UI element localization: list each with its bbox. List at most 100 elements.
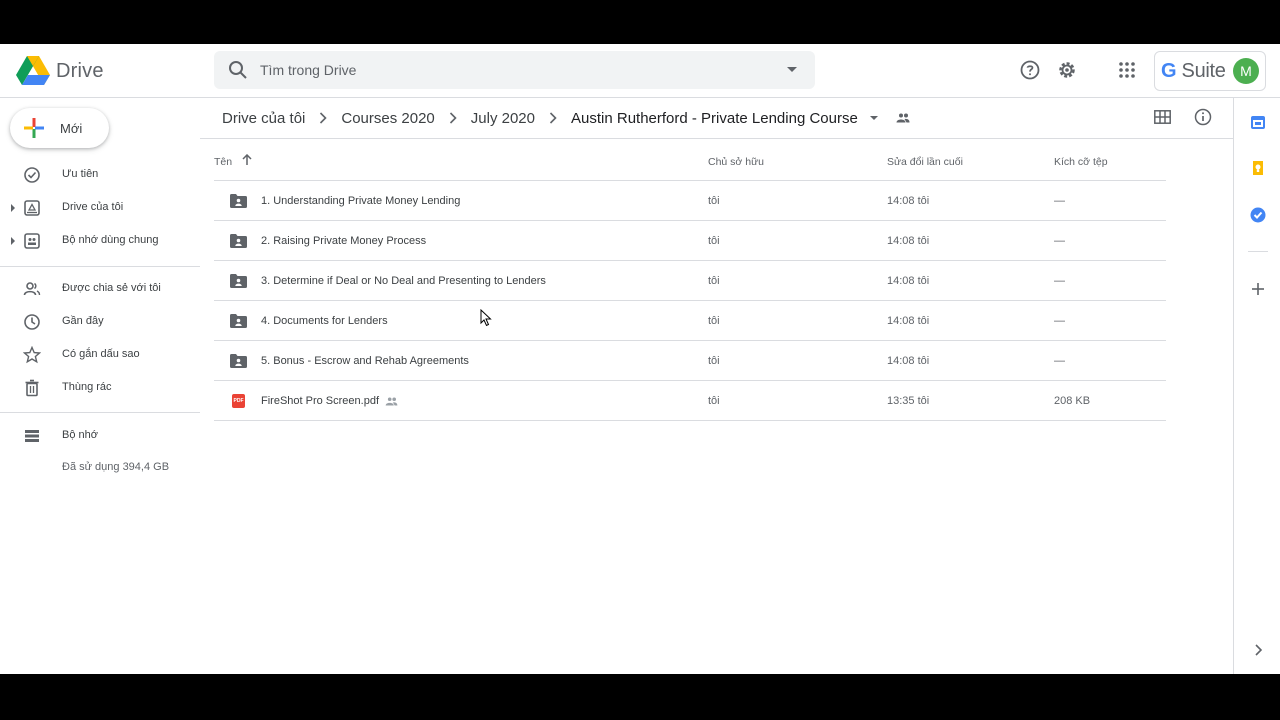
- table-row[interactable]: 1. Understanding Private Money Lending t…: [214, 181, 1166, 221]
- info-icon[interactable]: [1194, 108, 1212, 126]
- table-row[interactable]: 4. Documents for Lenders tôi 14:08 tôi —: [214, 301, 1166, 341]
- shared-folder-icon: [230, 274, 247, 288]
- drive-logo[interactable]: Drive: [16, 56, 104, 86]
- help-icon[interactable]: [1019, 59, 1041, 81]
- chevron-right-icon: [449, 112, 457, 124]
- sidebar-item-shared-with-me[interactable]: Được chia sẻ với tôi: [0, 273, 200, 305]
- new-button-label: Mới: [60, 120, 83, 136]
- drive-logo-icon: [16, 56, 50, 85]
- plus-icon: [24, 118, 44, 138]
- file-name: 2. Raising Private Money Process: [261, 235, 427, 247]
- letterbox-bottom: [0, 674, 1280, 720]
- file-size: —: [1054, 235, 1065, 247]
- breadcrumb-current-folder[interactable]: Austin Rutherford - Private Lending Cour…: [563, 110, 866, 127]
- sidebar-item-label: Bộ nhớ: [62, 429, 98, 441]
- app-name: Drive: [56, 59, 104, 82]
- file-owner: tôi: [708, 195, 720, 207]
- table-row[interactable]: 5. Bonus - Escrow and Rehab Agreements t…: [214, 341, 1166, 381]
- sidebar-item-label: Bộ nhớ dùng chung: [62, 234, 159, 246]
- file-size: 208 KB: [1054, 395, 1091, 407]
- settings-icon[interactable]: [1056, 59, 1078, 81]
- storage-used-text: Đã sử dụng 394,4 GB: [62, 461, 170, 473]
- chevron-right-icon: [549, 112, 557, 124]
- search-icon[interactable]: [226, 58, 250, 82]
- expand-caret-icon[interactable]: [11, 204, 15, 212]
- mouse-cursor-icon: [480, 309, 492, 327]
- search-input[interactable]: [260, 62, 760, 78]
- breadcrumb-item[interactable]: Drive của tôi: [214, 110, 313, 127]
- sidebar-item-recent[interactable]: Gần đây: [0, 306, 200, 338]
- file-owner: tôi: [708, 315, 720, 327]
- expand-caret-icon[interactable]: [11, 237, 15, 245]
- my-drive-icon: [24, 200, 40, 216]
- grid-view-icon[interactable]: [1154, 110, 1171, 124]
- sidebar-item-label: Ưu tiên: [62, 168, 99, 180]
- shared-users-icon: [385, 397, 398, 406]
- add-addon-icon[interactable]: [1250, 281, 1266, 297]
- chevron-right-icon[interactable]: [1250, 642, 1266, 658]
- file-modified: 14:08 tôi: [887, 275, 930, 287]
- file-list: Tên Chủ sở hữu Sửa đổi lần cuối Kích cỡ …: [214, 139, 1166, 421]
- side-panel: [1233, 98, 1280, 674]
- file-size: —: [1054, 355, 1065, 367]
- search-options-icon[interactable]: [787, 67, 797, 72]
- column-header-name[interactable]: Tên: [214, 156, 232, 168]
- main-content: Drive của tôi Courses 2020 July 2020 Aus…: [200, 98, 1233, 674]
- file-modified: 14:08 tôi: [887, 235, 930, 247]
- file-owner: tôi: [708, 235, 720, 247]
- sidebar-item-label: Gần đây: [62, 315, 104, 327]
- calendar-icon[interactable]: [1250, 114, 1266, 130]
- breadcrumb: Drive của tôi Courses 2020 July 2020 Aus…: [214, 98, 910, 138]
- drive-app: Drive G Suit: [0, 44, 1280, 674]
- file-name: 4. Documents for Lenders: [261, 315, 388, 327]
- sidebar-item-label: Thùng rác: [62, 381, 112, 393]
- new-button[interactable]: Mới: [10, 108, 109, 148]
- sidebar-divider: [0, 412, 200, 413]
- breadcrumb-item[interactable]: Courses 2020: [333, 110, 442, 127]
- top-header: Drive G Suit: [0, 44, 1280, 98]
- letterbox-top: [0, 0, 1280, 44]
- file-owner: tôi: [708, 275, 720, 287]
- sidebar-item-storage[interactable]: Bộ nhớ: [0, 420, 200, 452]
- sidebar-item-trash[interactable]: Thùng rác: [0, 372, 200, 404]
- keep-icon[interactable]: [1250, 160, 1266, 176]
- file-modified: 13:35 tôi: [887, 395, 930, 407]
- shared-folder-icon: [230, 354, 247, 368]
- shared-folder-icon: [230, 234, 247, 248]
- starred-icon: [23, 346, 41, 364]
- file-owner: tôi: [708, 355, 720, 367]
- tasks-icon[interactable]: [1250, 207, 1266, 223]
- sidebar-item-shared-drives[interactable]: Bộ nhớ dùng chung: [0, 225, 200, 257]
- file-name: 5. Bonus - Escrow and Rehab Agreements: [261, 355, 469, 367]
- sort-ascending-icon[interactable]: [242, 154, 252, 166]
- folder-menu-dropdown-icon[interactable]: [869, 116, 878, 120]
- file-modified: 14:08 tôi: [887, 355, 930, 367]
- sidebar-item-priority[interactable]: Ưu tiên: [0, 159, 200, 191]
- file-name: 1. Understanding Private Money Lending: [261, 195, 461, 207]
- apps-grid-icon[interactable]: [1116, 59, 1138, 81]
- sidebar-item-starred[interactable]: Có gắn dấu sao: [0, 339, 200, 371]
- sidebar-item-label: Drive của tôi: [62, 201, 124, 213]
- shared-folder-icon: [230, 194, 247, 208]
- file-size: —: [1054, 195, 1065, 207]
- shared-folder-icon: [896, 113, 910, 123]
- gsuite-account-button[interactable]: G Suite M: [1154, 51, 1266, 91]
- storage-icon: [25, 430, 39, 442]
- trash-icon: [25, 379, 39, 397]
- column-header-modified[interactable]: Sửa đổi lần cuối: [887, 156, 963, 168]
- table-row[interactable]: 3. Determine if Deal or No Deal and Pres…: [214, 261, 1166, 301]
- sidebar-item-my-drive[interactable]: Drive của tôi: [0, 192, 200, 224]
- gsuite-logo: G Suite: [1161, 59, 1226, 82]
- sidebar-divider: [0, 266, 200, 267]
- sidebar: Mới Ưu tiên Drive của tôi Bộ nhớ dùng ch…: [0, 98, 200, 674]
- column-header-size[interactable]: Kích cỡ tệp: [1054, 156, 1108, 168]
- priority-icon: [24, 167, 40, 183]
- avatar[interactable]: M: [1233, 58, 1259, 84]
- search-bar[interactable]: [214, 51, 815, 89]
- column-header-owner[interactable]: Chủ sở hữu: [708, 156, 764, 168]
- table-row[interactable]: 2. Raising Private Money Process tôi 14:…: [214, 221, 1166, 261]
- file-name: 3. Determine if Deal or No Deal and Pres…: [261, 275, 546, 287]
- table-row[interactable]: PDF FireShot Pro Screen.pdf tôi 13:35 tô…: [214, 381, 1166, 421]
- breadcrumb-item[interactable]: July 2020: [463, 110, 543, 127]
- sidebar-item-label: Được chia sẻ với tôi: [62, 282, 161, 294]
